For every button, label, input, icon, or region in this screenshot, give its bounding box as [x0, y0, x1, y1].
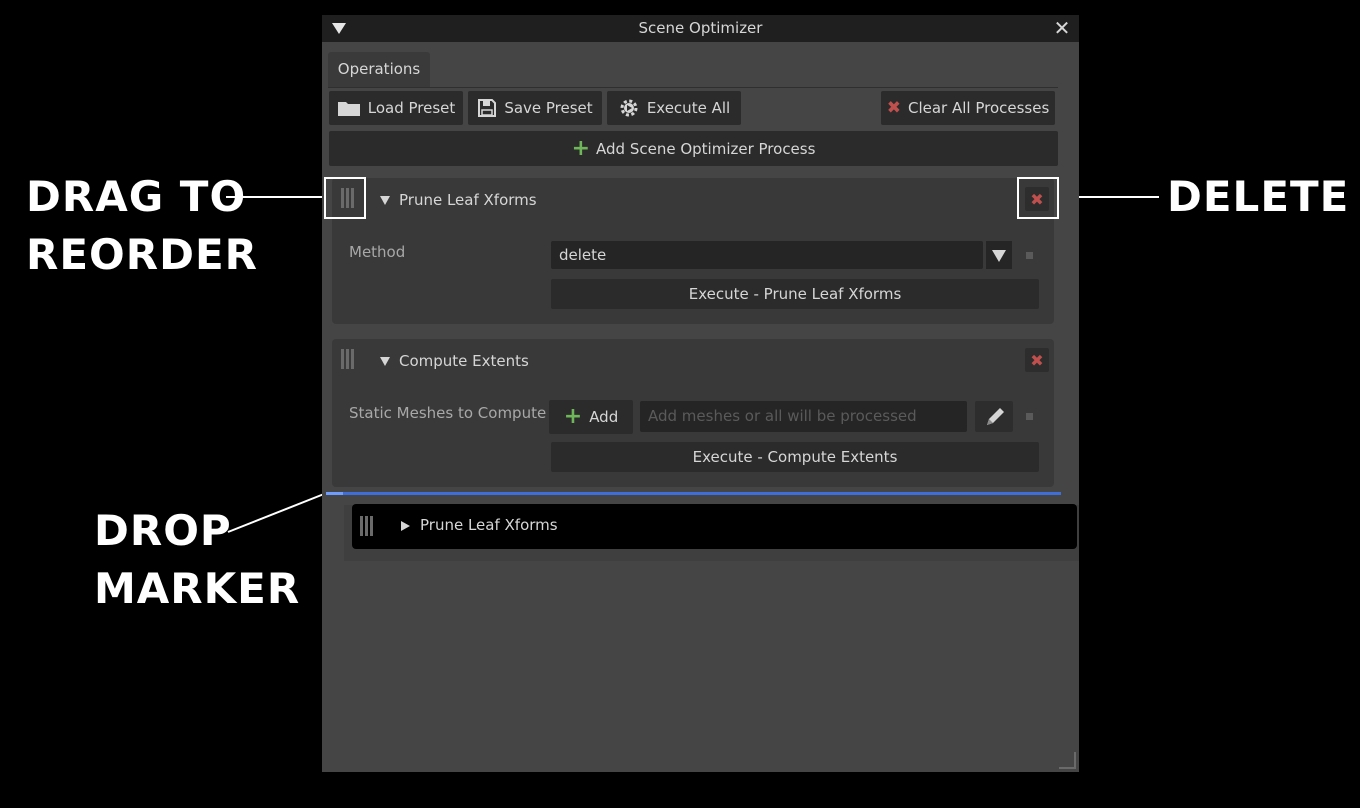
folder-icon: [337, 102, 360, 116]
add-process-label: Add Scene Optimizer Process: [596, 139, 816, 158]
clear-all-label: Clear All Processes: [907, 99, 1050, 117]
dragged-process-title: Prune Leaf Xforms: [420, 516, 558, 534]
collapse-arrow-icon[interactable]: [380, 357, 390, 366]
drag-handle-icon[interactable]: [360, 516, 374, 536]
callout-drag-line2: REORDER: [26, 230, 258, 279]
drop-marker-start: [326, 492, 343, 495]
plus-icon: +: [563, 404, 583, 429]
dragged-process-ghost[interactable]: Prune Leaf Xforms: [352, 504, 1077, 549]
meshes-placeholder: Add meshes or all will be processed: [648, 407, 917, 425]
gear-icon: [620, 99, 638, 117]
execute-all-button[interactable]: Execute All: [607, 91, 741, 125]
collapse-arrow-icon[interactable]: [380, 196, 390, 205]
reset-default-icon[interactable]: [1026, 252, 1033, 259]
callout-delete: DELETE: [1167, 168, 1349, 226]
pencil-icon: [987, 408, 1004, 425]
load-preset-label: Load Preset: [367, 99, 456, 117]
execute-prune-leaf-xforms-button[interactable]: Execute - Prune Leaf Xforms: [551, 279, 1039, 309]
scene-optimizer-window: Scene Optimizer ✕ Operations Load Preset…: [322, 15, 1079, 772]
callout-drop-line2: MARKER: [94, 564, 301, 613]
callout-drag-to-reorder: DRAG TO REORDER: [26, 168, 258, 284]
save-icon: [478, 99, 497, 117]
process-title: Compute Extents: [399, 352, 529, 370]
method-label: Method: [349, 243, 406, 261]
callout-delete-label: DELETE: [1167, 172, 1350, 221]
static-meshes-label: Static Meshes to Compute: [349, 404, 547, 422]
dropdown-arrow-icon[interactable]: [986, 241, 1012, 269]
edit-pencil-button[interactable]: [975, 401, 1013, 432]
delete-process-button[interactable]: ✖: [1025, 348, 1049, 372]
add-scene-optimizer-process-button[interactable]: + Add Scene Optimizer Process: [329, 131, 1058, 166]
close-icon[interactable]: ✕: [1053, 18, 1071, 38]
drag-handle-icon[interactable]: [341, 349, 355, 369]
add-label: Add: [589, 408, 619, 426]
drag-handle-highlight: [324, 177, 366, 219]
clear-all-processes-button[interactable]: ✖ Clear All Processes: [881, 91, 1055, 125]
process-panel-compute-extents: Compute Extents ✖ Static Meshes to Compu…: [332, 339, 1054, 487]
add-mesh-button[interactable]: + Add: [549, 400, 633, 434]
execute-compute-extents-button[interactable]: Execute - Compute Extents: [551, 442, 1039, 472]
clear-x-icon: ✖: [886, 98, 901, 118]
window-title: Scene Optimizer: [638, 19, 763, 37]
callout-drag-line1: DRAG TO: [26, 172, 247, 221]
callout-drag-connector: [226, 196, 324, 198]
reset-default-icon[interactable]: [1026, 413, 1033, 420]
process-panel-prune-leaf-xforms: Prune Leaf Xforms ✖ Method delete Execut…: [332, 178, 1054, 324]
drop-marker: [326, 492, 1061, 495]
process-title: Prune Leaf Xforms: [399, 191, 537, 209]
delete-highlight: [1017, 177, 1059, 219]
plus-icon: +: [571, 135, 591, 161]
save-preset-button[interactable]: Save Preset: [468, 91, 602, 125]
tab-divider: [328, 87, 1058, 88]
meshes-input[interactable]: Add meshes or all will be processed: [640, 401, 967, 432]
execute-all-label: Execute All: [646, 99, 731, 117]
tab-operations[interactable]: Operations: [328, 52, 430, 87]
resize-grip-icon[interactable]: [1057, 750, 1077, 770]
method-dropdown[interactable]: delete: [551, 241, 983, 269]
callout-drop-connector: [227, 493, 325, 533]
delete-x-icon: ✖: [1030, 350, 1044, 370]
title-bar: Scene Optimizer ✕: [322, 15, 1079, 42]
expand-arrow-icon: [401, 521, 410, 531]
method-value: delete: [559, 246, 607, 264]
save-preset-label: Save Preset: [504, 99, 593, 117]
load-preset-button[interactable]: Load Preset: [329, 91, 463, 125]
